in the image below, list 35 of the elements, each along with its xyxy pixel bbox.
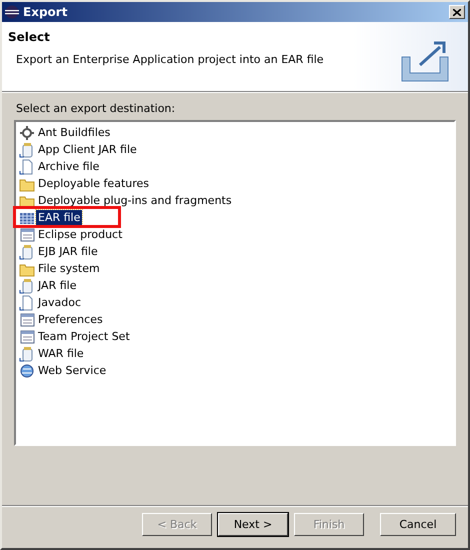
window-title: Export bbox=[23, 5, 68, 19]
list-item[interactable]: Javadoc bbox=[36, 295, 83, 310]
page-description: Export an Enterprise Application project into an EAR file bbox=[16, 53, 324, 66]
list-item[interactable]: Deployable features bbox=[36, 176, 152, 191]
close-button[interactable] bbox=[449, 5, 465, 19]
window-icon bbox=[19, 328, 35, 344]
globe-icon bbox=[19, 362, 35, 378]
list-item[interactable]: WAR file bbox=[36, 346, 86, 361]
list-item[interactable]: Web Service bbox=[36, 363, 108, 378]
jar-icon bbox=[19, 142, 35, 158]
jar-icon bbox=[19, 346, 35, 362]
window-icon bbox=[19, 226, 35, 242]
jar-icon bbox=[19, 244, 35, 260]
list-item[interactable]: Deployable plug-ins and fragments bbox=[36, 193, 234, 208]
list-item[interactable]: File system bbox=[36, 261, 102, 276]
dialog-button[interactable]: Next > bbox=[218, 513, 288, 536]
close-icon bbox=[453, 8, 461, 16]
list-item[interactable]: Preferences bbox=[36, 312, 105, 327]
list-item[interactable]: EJB JAR file bbox=[36, 244, 100, 259]
list-item[interactable]: EAR file bbox=[36, 210, 82, 225]
list-item[interactable]: Eclipse product bbox=[36, 227, 124, 242]
list-item[interactable]: App Client JAR file bbox=[36, 142, 139, 157]
gear-icon bbox=[19, 124, 35, 140]
eclipse-icon bbox=[5, 5, 19, 19]
document-icon bbox=[19, 294, 35, 310]
page-title: Select bbox=[8, 30, 51, 44]
list-item[interactable]: JAR file bbox=[36, 278, 78, 293]
dialog-button[interactable]: Cancel bbox=[380, 513, 456, 536]
list-label: Select an export destination: bbox=[15, 102, 176, 115]
list-item[interactable]: Archive file bbox=[36, 159, 102, 174]
list-item[interactable]: Team Project Set bbox=[36, 329, 132, 344]
document-icon bbox=[19, 158, 35, 174]
list-item[interactable]: Ant Buildfiles bbox=[36, 125, 112, 140]
jar-icon bbox=[19, 278, 35, 294]
window-icon bbox=[19, 312, 35, 328]
